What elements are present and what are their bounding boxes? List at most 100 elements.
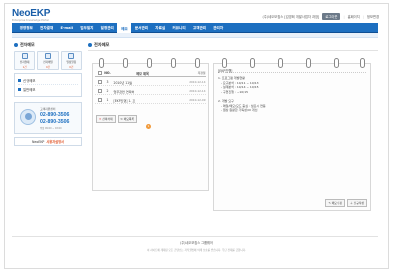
shortcut-schedule[interactable]: 일정알림 0건 xyxy=(60,51,82,70)
row-title[interactable]: [EKP진행] 1. 프 xyxy=(112,98,172,103)
sub-nav-bar xyxy=(12,33,378,38)
page-number-current[interactable]: 1 xyxy=(146,124,151,129)
row-date: 2010-12-09 xyxy=(189,98,206,102)
divider: | xyxy=(343,14,345,19)
binder-ring-icon xyxy=(147,58,152,68)
footer: (주)네오모침스 그룹웨어 이 사이트에 게재된 모든 콘텐츠는 저작권법에 의… xyxy=(0,236,393,252)
calendar-icon xyxy=(68,52,75,59)
col-date: 저장일 xyxy=(197,71,206,75)
binder-ring-icon xyxy=(250,58,255,68)
new-label: 신규작성 xyxy=(353,201,364,205)
shortcut-label: 전자메일 xyxy=(43,60,53,64)
shortcut-label: 일정알림 xyxy=(66,60,77,64)
table-actions: ✕ 선택삭제 ↻ 메모목록 xyxy=(96,115,138,123)
binder-ring-icon xyxy=(123,58,128,68)
nav-item-schedule[interactable]: 일정관리 xyxy=(97,23,117,33)
user-manual-button[interactable]: NeoEKP 사용자설명서 xyxy=(14,137,82,146)
plus-icon: ＋ xyxy=(350,201,353,205)
delete-label: 선택삭제 xyxy=(102,117,113,121)
page-title-label: 전자메모 xyxy=(94,42,110,47)
pencil-icon: ✎ xyxy=(328,201,331,205)
memo-detail-panel: [EKP진행] 1. 프로그램 개발현황 - 요구분석 : 10/11 ~ 10… xyxy=(213,58,371,211)
sidebar-title: 전자메모 xyxy=(14,42,35,48)
logout-button[interactable]: 로그아웃 xyxy=(322,13,341,20)
support-title: 고객지원센터 xyxy=(40,107,56,111)
manual-brand: NeoEKP xyxy=(32,139,45,144)
nav-item-memo[interactable]: 메모 xyxy=(117,22,132,33)
memo-table-header: NO. 메모 제목 저장일 xyxy=(95,70,206,77)
table-row[interactable]: 3 2010년 11월 2010-12-14 xyxy=(95,79,206,86)
row-no: 2 xyxy=(106,89,109,93)
sidebar-shortcuts: 전자결재 1건 전자메일 0건 일정알림 0건 xyxy=(14,51,82,70)
support-hours: 평일 09:00 ~ 18:00 xyxy=(40,127,62,130)
nav-item-customers[interactable]: 고객관리 xyxy=(189,23,209,33)
row-title[interactable]: 2010년 11월 xyxy=(112,80,172,85)
nav-item-worklog[interactable]: 업무일지 xyxy=(77,23,97,33)
homepage-link[interactable]: 홈페이지 xyxy=(348,14,360,19)
support-phone-2: 02-890-3506 xyxy=(40,119,70,125)
binder-ring-icon xyxy=(360,58,365,68)
binder-ring-icon xyxy=(334,58,339,68)
nav-item-management[interactable]: 경영정보 xyxy=(16,23,36,33)
nav-item-archive[interactable]: 자료실 xyxy=(152,23,169,33)
list-icon: ↻ xyxy=(120,117,123,121)
main-nav: 경영정보 전자결재 E-mail 업무일지 일정관리 메모 문서관리 자료실 커… xyxy=(12,22,378,33)
delete-icon: ✕ xyxy=(99,117,102,121)
nav-item-approval[interactable]: 전자결재 xyxy=(36,23,56,33)
row-date: 2010-12-14 xyxy=(189,80,206,84)
divider: | xyxy=(362,14,364,19)
headset-icon xyxy=(20,109,36,125)
profile-link[interactable]: 정보변경 xyxy=(367,14,379,19)
nav-item-community[interactable]: 커뮤니티 xyxy=(169,23,189,33)
title-bullet-icon xyxy=(88,43,92,47)
shortcut-count: 0건 xyxy=(45,65,51,69)
table-row[interactable]: 2 업무관련 연락처 2010-12-14 xyxy=(95,88,206,95)
footer-company: (주)네오모침스 그룹웨어 xyxy=(180,241,213,245)
document-icon xyxy=(21,52,28,59)
user-bar: (주)네오모침스 [김영희 개발사업자 과장] 로그아웃 | 홈페이지 | 정보… xyxy=(262,13,379,20)
binder-ring-icon xyxy=(171,58,176,68)
list-label: 메모목록 xyxy=(123,117,135,121)
memo-actions: ✎ 메모수정 ＋ 신규작성 xyxy=(325,199,367,207)
section-bullet-icon xyxy=(14,43,18,47)
delete-selected-button[interactable]: ✕ 선택삭제 xyxy=(96,115,116,123)
support-phone: 02-890-3506 xyxy=(40,112,70,118)
user-info: (주)네오모침스 [김영희 개발사업자 과장] xyxy=(262,15,320,19)
row-checkbox[interactable] xyxy=(98,89,102,93)
mail-icon xyxy=(44,52,51,59)
row-checkbox[interactable] xyxy=(98,80,102,84)
nav-item-admin[interactable]: 관리자 xyxy=(210,23,227,33)
support-center-box: 고객지원센터 02-890-3506 02-890-3506 평일 09:00 … xyxy=(14,102,82,134)
nav-item-documents[interactable]: 문서관리 xyxy=(131,23,151,33)
row-date: 2010-12-14 xyxy=(189,89,206,93)
shortcut-label: 전자결재 xyxy=(19,60,30,64)
page-title: 전자메모 xyxy=(88,42,109,48)
sidebar-menu: 신규메모 일반메모 xyxy=(14,73,82,97)
memo-list-panel: NO. 메모 제목 저장일 3 2010년 11월 2010-12-14 2 업… xyxy=(92,58,209,191)
row-checkbox[interactable] xyxy=(98,98,102,102)
edit-label: 메모수정 xyxy=(331,201,342,205)
row-title[interactable]: 업무관련 연락처 xyxy=(112,89,172,94)
memo-list-button[interactable]: ↻ 메모목록 xyxy=(117,115,138,123)
shortcut-approval[interactable]: 전자결재 1건 xyxy=(14,51,36,70)
manual-label: 사용자설명서 xyxy=(46,140,64,144)
sidebar-title-label: 전자메모 xyxy=(20,42,35,47)
row-no: 3 xyxy=(106,80,109,84)
sidebar-item-new-memo[interactable]: 신규메모 xyxy=(18,76,78,85)
sidebar-item-general-memo[interactable]: 일반메모 xyxy=(18,85,78,94)
memo-content[interactable]: 1. 프로그램 개발현황 - 요구분석 : 10/11 ~ 10/13 - 설계… xyxy=(218,76,366,113)
table-row[interactable]: 1 [EKP진행] 1. 프 2010-12-09 xyxy=(95,97,206,104)
logo[interactable]: NeoEKP xyxy=(12,8,50,19)
binder-ring-icon xyxy=(278,58,283,68)
square-bullet-icon xyxy=(18,78,21,82)
edit-memo-button[interactable]: ✎ 메모수정 xyxy=(325,199,345,207)
shortcut-mail[interactable]: 전자메일 0건 xyxy=(37,51,59,70)
binder-ring-icon xyxy=(222,58,227,68)
square-bullet-icon xyxy=(18,88,21,91)
binder-ring-icon xyxy=(99,58,104,68)
new-memo-button[interactable]: ＋ 신규작성 xyxy=(347,199,367,207)
nav-item-email[interactable]: E-mail xyxy=(57,23,77,33)
footer-divider xyxy=(12,236,378,237)
footer-notice: 이 사이트에 게재된 모든 콘텐츠는 저작권법에 의해 보호를 받습니다. 무단… xyxy=(146,249,246,252)
select-all-checkbox[interactable] xyxy=(98,71,102,75)
